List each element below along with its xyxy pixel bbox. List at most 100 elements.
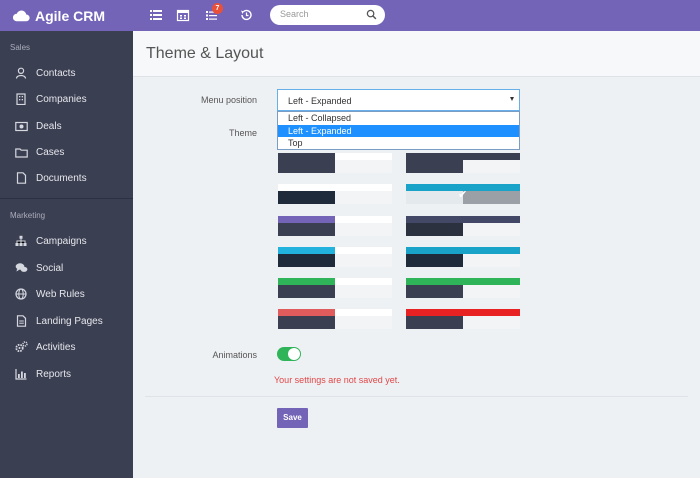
calendar-icon[interactable] [176, 8, 190, 22]
sidebar-item-label: Reports [36, 368, 72, 380]
gears-icon [14, 340, 28, 354]
form-divider [145, 396, 688, 397]
sidebar-item-label: Landing Pages [36, 315, 103, 327]
sidebar-item-cases[interactable]: Cases [0, 141, 133, 163]
swatch-sidebar-color [278, 191, 335, 204]
swatch-sidebar-color [406, 285, 463, 298]
money-icon [14, 119, 28, 133]
check-icon: ✔ [458, 189, 468, 201]
sidebar-item-label: Activities [36, 341, 76, 353]
globe-icon [14, 287, 28, 301]
theme-swatch[interactable] [278, 184, 392, 204]
sidebar-item-label: Companies [36, 93, 87, 105]
swatch-content-color [335, 184, 392, 191]
document-icon [14, 171, 28, 185]
theme-swatch[interactable] [406, 309, 520, 329]
theme-swatch[interactable] [406, 216, 520, 236]
swatch-header-color [406, 216, 520, 223]
swatch-header-color [406, 247, 520, 254]
swatch-content-color [335, 309, 392, 316]
theme-swatch[interactable] [278, 153, 392, 173]
swatch-sidebar-color [278, 160, 335, 173]
building-icon [14, 92, 28, 106]
swatch-sidebar-color [278, 254, 335, 267]
swatch-sidebar-color [406, 160, 463, 173]
bar-chart-icon [14, 367, 28, 381]
swatch-content-color [335, 278, 392, 285]
swatch-header-color [406, 278, 520, 285]
sidebar-item-label: Deals [36, 120, 62, 132]
swatch-sidebar-color [406, 254, 463, 267]
menu-option-top[interactable]: Top [278, 137, 519, 150]
sidebar-item-label: Contacts [36, 67, 76, 79]
list-icon[interactable] [149, 8, 163, 22]
sidebar-item-label: Social [36, 262, 64, 274]
theme-swatch[interactable] [278, 309, 392, 329]
save-button[interactable]: Save [277, 408, 308, 428]
sidebar-item-deals[interactable]: Deals [0, 115, 133, 137]
page-header: Theme & Layout [133, 31, 700, 77]
theme-swatch[interactable] [278, 216, 392, 236]
theme-swatch[interactable] [406, 278, 520, 298]
main-content: Theme & Layout Menu position Left - Expa… [133, 31, 700, 478]
theme-swatch[interactable]: ✔ [406, 184, 520, 204]
search-input[interactable]: Search [270, 5, 385, 25]
page-title: Theme & Layout [146, 45, 264, 62]
swatch-sidebar-color [278, 316, 335, 329]
theme-swatch[interactable] [406, 153, 520, 173]
chat-icon [14, 261, 28, 275]
cloud-icon [12, 10, 30, 22]
sidebar-section-sales: Sales [10, 43, 31, 52]
sidebar-item-label: Web Rules [36, 288, 85, 300]
page-icon [14, 314, 28, 328]
swatch-content-color [335, 216, 392, 223]
search-placeholder: Search [280, 9, 309, 19]
menu-option-left-collapsed[interactable]: Left - Collapsed [278, 112, 519, 125]
sidebar-item-reports[interactable]: Reports [0, 363, 133, 385]
theme-swatch[interactable] [278, 278, 392, 298]
swatch-content-color [335, 153, 392, 160]
chevron-down-icon [510, 97, 514, 101]
swatch-content-color [335, 247, 392, 254]
sidebar-item-label: Cases [36, 146, 65, 158]
swatch-sidebar-color [406, 316, 463, 329]
sidebar-item-activities[interactable]: Activities [0, 336, 133, 358]
sidebar-item-contacts[interactable]: Contacts [0, 62, 133, 84]
sidebar-item-documents[interactable]: Documents [0, 167, 133, 189]
toggle-knob [288, 348, 300, 360]
menu-option-left-expanded[interactable]: Left - Expanded [278, 124, 519, 137]
menu-position-label: Menu position [200, 95, 257, 105]
menu-position-select[interactable]: Left - Expanded [277, 89, 520, 111]
swatch-header-color [406, 153, 520, 160]
menu-position-value: Left - Expanded [288, 96, 352, 106]
sitemap-icon [14, 234, 28, 248]
theme-swatch[interactable] [406, 247, 520, 267]
brand-name: Agile CRM [35, 8, 105, 24]
swatch-header-color [406, 309, 520, 316]
sidebar-item-web-rules[interactable]: Web Rules [0, 283, 133, 305]
sidebar-item-campaigns[interactable]: Campaigns [0, 230, 133, 252]
menu-position-dropdown: Left - Collapsed Left - Expanded Top [277, 111, 520, 150]
animations-label: Animations [212, 350, 257, 360]
theme-swatch[interactable] [278, 247, 392, 267]
animations-toggle[interactable] [277, 347, 301, 361]
sidebar-section-marketing: Marketing [10, 211, 46, 220]
sidebar-item-landing-pages[interactable]: Landing Pages [0, 310, 133, 332]
history-icon[interactable] [239, 8, 253, 22]
sidebar-item-label: Campaigns [36, 235, 87, 247]
sidebar-item-companies[interactable]: Companies [0, 88, 133, 110]
top-navbar: Agile CRM 7 Search [0, 0, 700, 31]
swatch-sidebar-color [406, 223, 463, 236]
unsaved-warning: Your settings are not saved yet. [274, 375, 400, 385]
sidebar-divider [0, 198, 133, 199]
swatch-sidebar-color [278, 285, 335, 298]
brand-logo[interactable]: Agile CRM [12, 7, 105, 25]
search-icon[interactable] [366, 9, 377, 20]
user-icon [14, 66, 28, 80]
theme-label: Theme [228, 128, 257, 138]
sidebar: Sales Contacts Companies Deals Cases Doc… [0, 31, 133, 478]
sidebar-item-label: Documents [36, 172, 87, 184]
swatch-sidebar-color [406, 191, 463, 204]
sidebar-item-social[interactable]: Social [0, 257, 133, 279]
folder-icon [14, 145, 28, 159]
